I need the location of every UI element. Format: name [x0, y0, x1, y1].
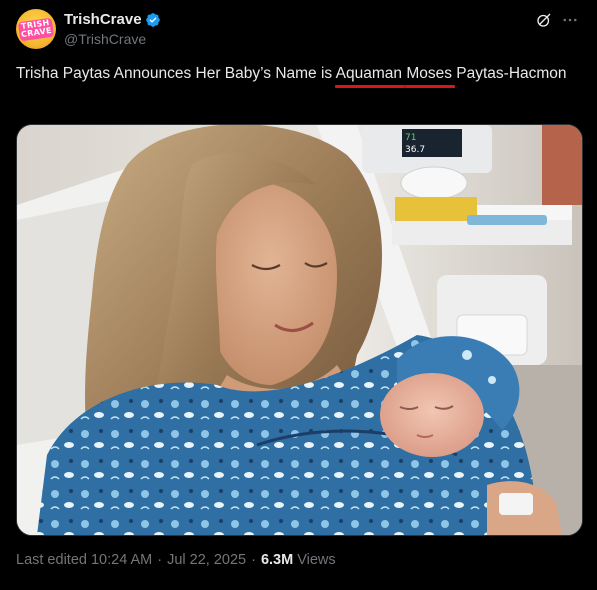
- tweet-text-part: Paytas-Hacmon: [451, 65, 567, 82]
- tweet-header: TRISH CRAVE TrishCrave @TrishCrave: [16, 9, 581, 49]
- monitor-readout-2: 36.7: [405, 145, 425, 155]
- author-name-row[interactable]: TrishCrave: [64, 11, 161, 28]
- separator: ·: [251, 552, 256, 568]
- tweet-text: Trisha Paytas Announces Her Baby’s Name …: [16, 62, 576, 86]
- author-display-name[interactable]: TrishCrave: [64, 11, 142, 28]
- avatar-logo-text: TRISH CRAVE: [17, 17, 55, 41]
- more-icon[interactable]: [561, 11, 579, 29]
- author-handle[interactable]: @TrishCrave: [64, 31, 146, 47]
- avatar[interactable]: TRISH CRAVE: [16, 9, 56, 49]
- highlighted-name-moses: Moses: [406, 65, 452, 82]
- views-label: Views: [297, 552, 336, 568]
- separator: ·: [157, 552, 163, 568]
- views-count: 6.3M: [260, 552, 294, 568]
- grok-icon[interactable]: [535, 11, 553, 29]
- tweet-photo[interactable]: 71 36.7: [16, 124, 583, 536]
- tweet-text-part: Trisha Paytas Announces Her Baby’s Name …: [16, 65, 336, 82]
- last-edited-time[interactable]: Last edited 10:24 AM: [16, 552, 152, 568]
- monitor-readout-1: 71: [405, 133, 416, 143]
- tweet-footer: Last edited 10:24 AM · Jul 22, 2025 · 6.…: [16, 552, 336, 568]
- verified-badge-icon: [145, 12, 160, 27]
- photo-mother-and-newborn: 71 36.7: [17, 125, 582, 535]
- tweet-date[interactable]: Jul 22, 2025: [167, 552, 246, 568]
- highlighted-name-aquaman: Aquaman: [335, 65, 402, 82]
